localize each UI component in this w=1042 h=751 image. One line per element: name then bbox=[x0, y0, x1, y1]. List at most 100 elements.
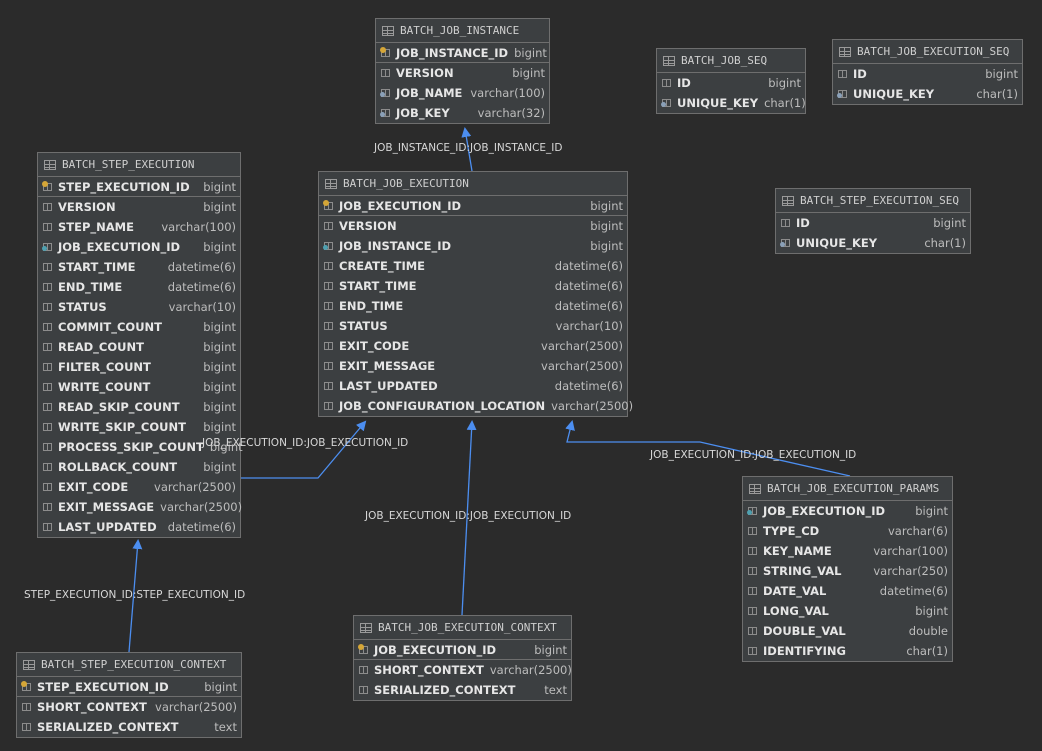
column-row[interactable]: ID bigint bbox=[776, 213, 970, 233]
column-icon bbox=[42, 361, 55, 373]
table-batch-job-execution-seq[interactable]: BATCH_JOB_EXECUTION_SEQ ID bigint UNIQUE_KE… bbox=[832, 39, 1023, 105]
column-type: bigint bbox=[514, 45, 547, 60]
table-header[interactable]: BATCH_JOB_EXECUTION bbox=[319, 172, 627, 196]
column-type: double bbox=[908, 624, 948, 638]
column-row[interactable]: JOB_KEY varchar(32) bbox=[376, 103, 549, 123]
column-type: bigint bbox=[203, 179, 236, 194]
column-row[interactable]: JOB_INSTANCE_ID bigint bbox=[319, 236, 627, 256]
column-row[interactable]: STATUS varchar(10) bbox=[319, 316, 627, 336]
column-name: END_TIME bbox=[339, 299, 404, 313]
column-row[interactable]: ID bigint bbox=[833, 64, 1022, 84]
table-name: BATCH_JOB_EXECUTION_SEQ bbox=[857, 45, 1010, 58]
column-row[interactable]: LAST_UPDATED datetime(6) bbox=[38, 517, 240, 537]
index-column-icon bbox=[380, 107, 393, 119]
table-batch-job-instance[interactable]: BATCH_JOB_INSTANCE JOB_INSTANCE_ID bigint V… bbox=[375, 18, 550, 124]
table-header[interactable]: BATCH_JOB_SEQ bbox=[657, 49, 805, 73]
table-icon bbox=[749, 483, 761, 494]
column-row[interactable]: ID bigint bbox=[657, 73, 805, 93]
table-name: BATCH_STEP_EXECUTION bbox=[62, 158, 195, 171]
column-row[interactable]: DOUBLE_VAL double bbox=[743, 621, 952, 641]
column-row[interactable]: STEP_EXECUTION_ID bigint bbox=[17, 677, 241, 697]
column-row[interactable]: SHORT_CONTEXT varchar(2500) bbox=[17, 697, 241, 717]
table-header[interactable]: BATCH_STEP_EXECUTION_SEQ bbox=[776, 189, 970, 213]
table-icon bbox=[44, 159, 56, 170]
column-type: char(1) bbox=[906, 644, 948, 658]
column-row[interactable]: JOB_NAME varchar(100) bbox=[376, 83, 549, 103]
column-icon bbox=[42, 261, 55, 273]
foreign-key-icon bbox=[747, 505, 760, 517]
column-row[interactable]: DATE_VAL datetime(6) bbox=[743, 581, 952, 601]
column-row[interactable]: JOB_EXECUTION_ID bigint bbox=[743, 501, 952, 521]
column-icon bbox=[323, 220, 336, 232]
column-row[interactable]: ROLLBACK_COUNT bigint bbox=[38, 457, 240, 477]
column-row[interactable]: JOB_CONFIGURATION_LOCATION varchar(2500) bbox=[319, 396, 633, 416]
column-icon bbox=[42, 481, 55, 493]
column-row[interactable]: UNIQUE_KEY char(1) bbox=[833, 84, 1022, 104]
index-column-icon bbox=[380, 87, 393, 99]
column-row[interactable]: JOB_EXECUTION_ID bigint bbox=[354, 640, 571, 660]
table-batch-step-execution-context[interactable]: BATCH_STEP_EXECUTION_CONTEXT STEP_EXECUTI… bbox=[16, 652, 242, 738]
column-row[interactable]: STATUS varchar(10) bbox=[38, 297, 240, 317]
relation-label: JOB_EXECUTION_ID:JOB_EXECUTION_ID bbox=[650, 449, 857, 461]
column-row[interactable]: IDENTIFYING char(1) bbox=[743, 641, 952, 661]
column-row[interactable]: START_TIME datetime(6) bbox=[319, 276, 627, 296]
primary-key-icon bbox=[380, 46, 393, 59]
column-row[interactable]: SERIALIZED_CONTEXT text bbox=[17, 717, 241, 737]
table-batch-step-execution-seq[interactable]: BATCH_STEP_EXECUTION_SEQ ID bigint UNIQUE_K… bbox=[775, 188, 971, 254]
column-row[interactable]: END_TIME datetime(6) bbox=[38, 277, 240, 297]
column-row[interactable]: READ_SKIP_COUNT bigint bbox=[38, 397, 240, 417]
table-batch-job-execution-context[interactable]: BATCH_JOB_EXECUTION_CONTEXT JOB_EXECUTION… bbox=[353, 615, 572, 701]
relation-label: JOB_EXECUTION_ID:JOB_EXECUTION_ID bbox=[365, 510, 572, 522]
column-row[interactable]: JOB_EXECUTION_ID bigint bbox=[319, 196, 627, 216]
column-row[interactable]: SERIALIZED_CONTEXT text bbox=[354, 680, 571, 700]
column-row[interactable]: LAST_UPDATED datetime(6) bbox=[319, 376, 627, 396]
column-row[interactable]: SHORT_CONTEXT varchar(2500) bbox=[354, 660, 572, 680]
column-row[interactable]: TYPE_CD varchar(6) bbox=[743, 521, 952, 541]
column-row[interactable]: JOB_EXECUTION_ID bigint bbox=[38, 237, 240, 257]
column-row[interactable]: STEP_EXECUTION_ID bigint bbox=[38, 177, 240, 197]
table-header[interactable]: BATCH_JOB_EXECUTION_SEQ bbox=[833, 40, 1022, 64]
column-row[interactable]: UNIQUE_KEY char(1) bbox=[657, 93, 806, 113]
column-row[interactable]: EXIT_MESSAGE varchar(2500) bbox=[38, 497, 242, 517]
table-header[interactable]: BATCH_STEP_EXECUTION_CONTEXT bbox=[17, 653, 241, 677]
column-row[interactable]: VERSION bigint bbox=[319, 216, 627, 236]
column-type: bigint bbox=[203, 460, 236, 474]
column-row[interactable]: EXIT_CODE varchar(2500) bbox=[38, 477, 240, 497]
column-row[interactable]: STRING_VAL varchar(250) bbox=[743, 561, 952, 581]
table-header[interactable]: BATCH_JOB_EXECUTION_PARAMS bbox=[743, 477, 952, 501]
table-header[interactable]: BATCH_STEP_EXECUTION bbox=[38, 153, 240, 177]
column-name: JOB_NAME bbox=[396, 86, 463, 100]
column-type: varchar(6) bbox=[887, 524, 948, 538]
column-row[interactable]: CREATE_TIME datetime(6) bbox=[319, 256, 627, 276]
column-row[interactable]: KEY_NAME varchar(100) bbox=[743, 541, 952, 561]
table-batch-job-execution-params[interactable]: BATCH_JOB_EXECUTION_PARAMS JOB_EXECUTION_… bbox=[742, 476, 953, 662]
column-row[interactable]: UNIQUE_KEY char(1) bbox=[776, 233, 970, 253]
column-row[interactable]: LONG_VAL bigint bbox=[743, 601, 952, 621]
column-icon bbox=[42, 501, 55, 513]
column-row[interactable]: VERSION bigint bbox=[376, 63, 549, 83]
column-row[interactable]: END_TIME datetime(6) bbox=[319, 296, 627, 316]
column-row[interactable]: STEP_NAME varchar(100) bbox=[38, 217, 240, 237]
column-row[interactable]: WRITE_SKIP_COUNT bigint bbox=[38, 417, 240, 437]
relation-line[interactable] bbox=[241, 420, 367, 479]
column-row[interactable]: EXIT_CODE varchar(2500) bbox=[319, 336, 627, 356]
table-name: BATCH_JOB_EXECUTION_PARAMS bbox=[767, 482, 940, 495]
table-batch-job-seq[interactable]: BATCH_JOB_SEQ ID bigint UNIQUE_KEY char(1) bbox=[656, 48, 806, 114]
column-name: JOB_EXECUTION_ID bbox=[374, 642, 497, 657]
column-row[interactable]: EXIT_MESSAGE varchar(2500) bbox=[319, 356, 627, 376]
column-name: COMMIT_COUNT bbox=[58, 320, 162, 334]
table-batch-step-execution[interactable]: BATCH_STEP_EXECUTION STEP_EXECUTION_ID big… bbox=[37, 152, 243, 538]
column-row[interactable]: FILTER_COUNT bigint bbox=[38, 357, 240, 377]
column-row[interactable]: START_TIME datetime(6) bbox=[38, 257, 240, 277]
column-row[interactable]: READ_COUNT bigint bbox=[38, 337, 240, 357]
column-row[interactable]: COMMIT_COUNT bigint bbox=[38, 317, 240, 337]
column-row[interactable]: VERSION bigint bbox=[38, 197, 240, 217]
table-header[interactable]: BATCH_JOB_EXECUTION_CONTEXT bbox=[354, 616, 571, 640]
column-row[interactable]: JOB_INSTANCE_ID bigint bbox=[376, 43, 549, 63]
table-header[interactable]: BATCH_JOB_INSTANCE bbox=[376, 19, 549, 43]
column-name: JOB_EXECUTION_ID bbox=[763, 504, 886, 518]
column-type: datetime(6) bbox=[554, 279, 623, 293]
column-row[interactable]: WRITE_COUNT bigint bbox=[38, 377, 240, 397]
table-batch-job-execution[interactable]: BATCH_JOB_EXECUTION JOB_EXECUTION_ID bigin… bbox=[318, 171, 633, 417]
column-name: TYPE_CD bbox=[763, 524, 820, 538]
